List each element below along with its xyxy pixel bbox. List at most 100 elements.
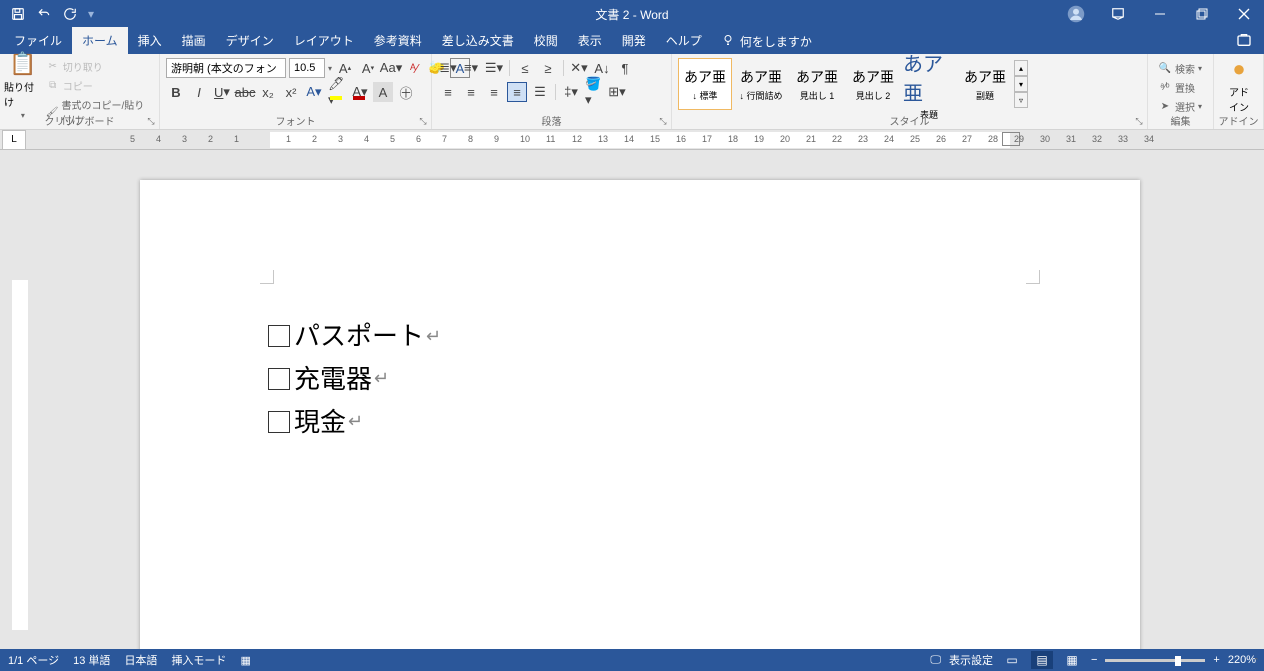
paste-button[interactable]: 📋 貼り付け ▾ (4, 56, 42, 114)
highlight-icon[interactable]: 🖊▾ (327, 82, 347, 102)
numbering-icon[interactable]: ≡▾ (461, 58, 481, 78)
ribbon-tabs: ファイル ホーム 挿入 描画 デザイン レイアウト 参考資料 差し込み文書 校閲… (0, 28, 1264, 54)
zoom-in-icon[interactable]: + (1213, 654, 1219, 666)
underline-icon[interactable]: U▾ (212, 82, 232, 102)
style-subtitle[interactable]: あア亜副題 (958, 58, 1012, 110)
align-left-icon[interactable]: ≡ (438, 82, 458, 102)
ruler-corner[interactable]: L (2, 130, 26, 150)
font-name-input[interactable] (166, 58, 286, 78)
addins-button[interactable]: ● アド イン (1218, 56, 1260, 114)
maximize-button[interactable] (1182, 0, 1222, 28)
status-page[interactable]: 1/1 ページ (8, 652, 59, 668)
tab-developer[interactable]: 開発 (612, 27, 656, 54)
justify-icon[interactable]: ≡ (507, 82, 527, 102)
ruler-tick: 12 (572, 134, 582, 144)
borders-icon[interactable]: ⊞▾ (607, 82, 627, 102)
zoom-out-icon[interactable]: − (1091, 654, 1097, 666)
phonetic-guide-icon[interactable]: ᴬ⁄ (404, 58, 424, 78)
line-spacing-icon[interactable]: ‡▾ (561, 82, 581, 102)
sort-icon[interactable]: A↓ (592, 58, 612, 78)
tab-insert[interactable]: 挿入 (128, 27, 172, 54)
superscript-icon[interactable]: x² (281, 82, 301, 102)
close-button[interactable] (1224, 0, 1264, 28)
display-settings-label[interactable]: 表示設定 (949, 652, 993, 668)
status-language[interactable]: 日本語 (124, 652, 157, 668)
style-nospacing[interactable]: あア亜↓ 行間詰め (734, 58, 788, 110)
style-heading1[interactable]: あア亜見出し 1 (790, 58, 844, 110)
account-icon[interactable] (1056, 0, 1096, 28)
asian-layout-icon[interactable]: ✕▾ (569, 58, 589, 78)
horizontal-ruler[interactable]: L 5,4,3,2,1,,1,2,3,4,5,6,7,8,9,10,11,12,… (0, 130, 1264, 150)
ruler-tick: 17 (702, 134, 712, 144)
tab-help[interactable]: ヘルプ (656, 27, 712, 54)
style-gallery-spinner[interactable]: ▴▾▿ (1014, 60, 1028, 108)
font-dialog-launcher[interactable]: ⤡ (417, 115, 429, 127)
find-button[interactable]: 🔍検索▾ (1156, 60, 1205, 77)
decrease-indent-icon[interactable]: ≤ (515, 58, 535, 78)
collapse-ribbon-icon[interactable]: ˆ (1254, 657, 1258, 669)
shrink-font-icon[interactable]: A▾ (358, 58, 378, 78)
tab-view[interactable]: 表示 (568, 27, 612, 54)
tab-design[interactable]: デザイン (216, 27, 284, 54)
undo-icon[interactable] (36, 6, 52, 22)
tab-references[interactable]: 参考資料 (364, 27, 432, 54)
distribute-icon[interactable]: ☰ (530, 82, 550, 102)
cut-button[interactable]: ✂切り取り (44, 58, 155, 75)
tab-home[interactable]: ホーム (72, 27, 128, 54)
addin-icon: ● (1232, 56, 1245, 82)
shading-icon[interactable]: 🪣▾ (584, 82, 604, 102)
minimize-button[interactable] (1140, 0, 1180, 28)
clipboard-dialog-launcher[interactable]: ⤡ (145, 115, 157, 127)
change-case-icon[interactable]: Aa▾ (381, 58, 401, 78)
macro-icon[interactable]: ▦ (240, 654, 250, 667)
tell-me-box[interactable]: 何をしますか (712, 29, 822, 54)
char-shading-icon[interactable]: A (373, 82, 393, 102)
char-border-icon[interactable]: ㊉ (396, 82, 416, 102)
align-center-icon[interactable]: ≡ (461, 82, 481, 102)
view-read-icon[interactable]: ▭ (1001, 651, 1023, 669)
tab-draw[interactable]: 描画 (172, 27, 216, 54)
bold-icon[interactable]: B (166, 82, 186, 102)
bullets-icon[interactable]: ≣▾ (438, 58, 458, 78)
view-web-icon[interactable]: ▦ (1061, 651, 1083, 669)
status-mode[interactable]: 挿入モード (171, 652, 226, 668)
italic-icon[interactable]: I (189, 82, 209, 102)
save-icon[interactable] (10, 6, 26, 22)
align-right-icon[interactable]: ≡ (484, 82, 504, 102)
strikethrough-icon[interactable]: abc (235, 82, 255, 102)
redo-icon[interactable] (62, 6, 78, 22)
copy-icon: ⧉ (46, 80, 60, 91)
subscript-icon[interactable]: x₂ (258, 82, 278, 102)
clipboard-icon: 📋 (9, 51, 36, 77)
status-words[interactable]: 13 単語 (73, 652, 110, 668)
ribbon-options-icon[interactable] (1098, 0, 1138, 28)
text-effects-icon[interactable]: A▾ (304, 82, 324, 102)
show-marks-icon[interactable]: ¶ (615, 58, 635, 78)
document-body[interactable]: パスポート↵ 充電器↵ 現金↵ (268, 315, 441, 444)
tab-mailings[interactable]: 差し込み文書 (432, 27, 524, 54)
display-settings-icon[interactable]: 🖵 (930, 654, 941, 667)
ruler-tick: 3 (338, 134, 343, 144)
ruler-tick: 34 (1144, 134, 1154, 144)
replace-button[interactable]: ᵃ⁄ᵇ置換 (1156, 79, 1205, 96)
grow-font-icon[interactable]: A▴ (335, 58, 355, 78)
style-normal[interactable]: あア亜↓ 標準 (678, 58, 732, 110)
vertical-ruler[interactable] (12, 150, 28, 649)
copy-button[interactable]: ⧉コピー (44, 77, 155, 94)
style-title[interactable]: あア亜表題 (902, 58, 956, 110)
ruler-tick: 8 (468, 134, 473, 144)
tab-layout[interactable]: レイアウト (284, 27, 364, 54)
paragraph-dialog-launcher[interactable]: ⤡ (657, 115, 669, 127)
font-color-icon[interactable]: A▾ (350, 82, 370, 102)
multilevel-list-icon[interactable]: ☰▾ (484, 58, 504, 78)
tab-review[interactable]: 校閲 (524, 27, 568, 54)
font-size-input[interactable] (289, 58, 325, 78)
share-icon[interactable] (1236, 32, 1252, 51)
styles-dialog-launcher[interactable]: ⤡ (1133, 115, 1145, 127)
document-area[interactable]: パスポート↵ 充電器↵ 現金↵ (0, 150, 1264, 649)
zoom-level[interactable]: 220% (1228, 654, 1256, 666)
increase-indent-icon[interactable]: ≥ (538, 58, 558, 78)
style-heading2[interactable]: あア亜見出し 2 (846, 58, 900, 110)
view-print-icon[interactable]: ▤ (1031, 651, 1053, 669)
zoom-slider[interactable] (1105, 659, 1205, 662)
